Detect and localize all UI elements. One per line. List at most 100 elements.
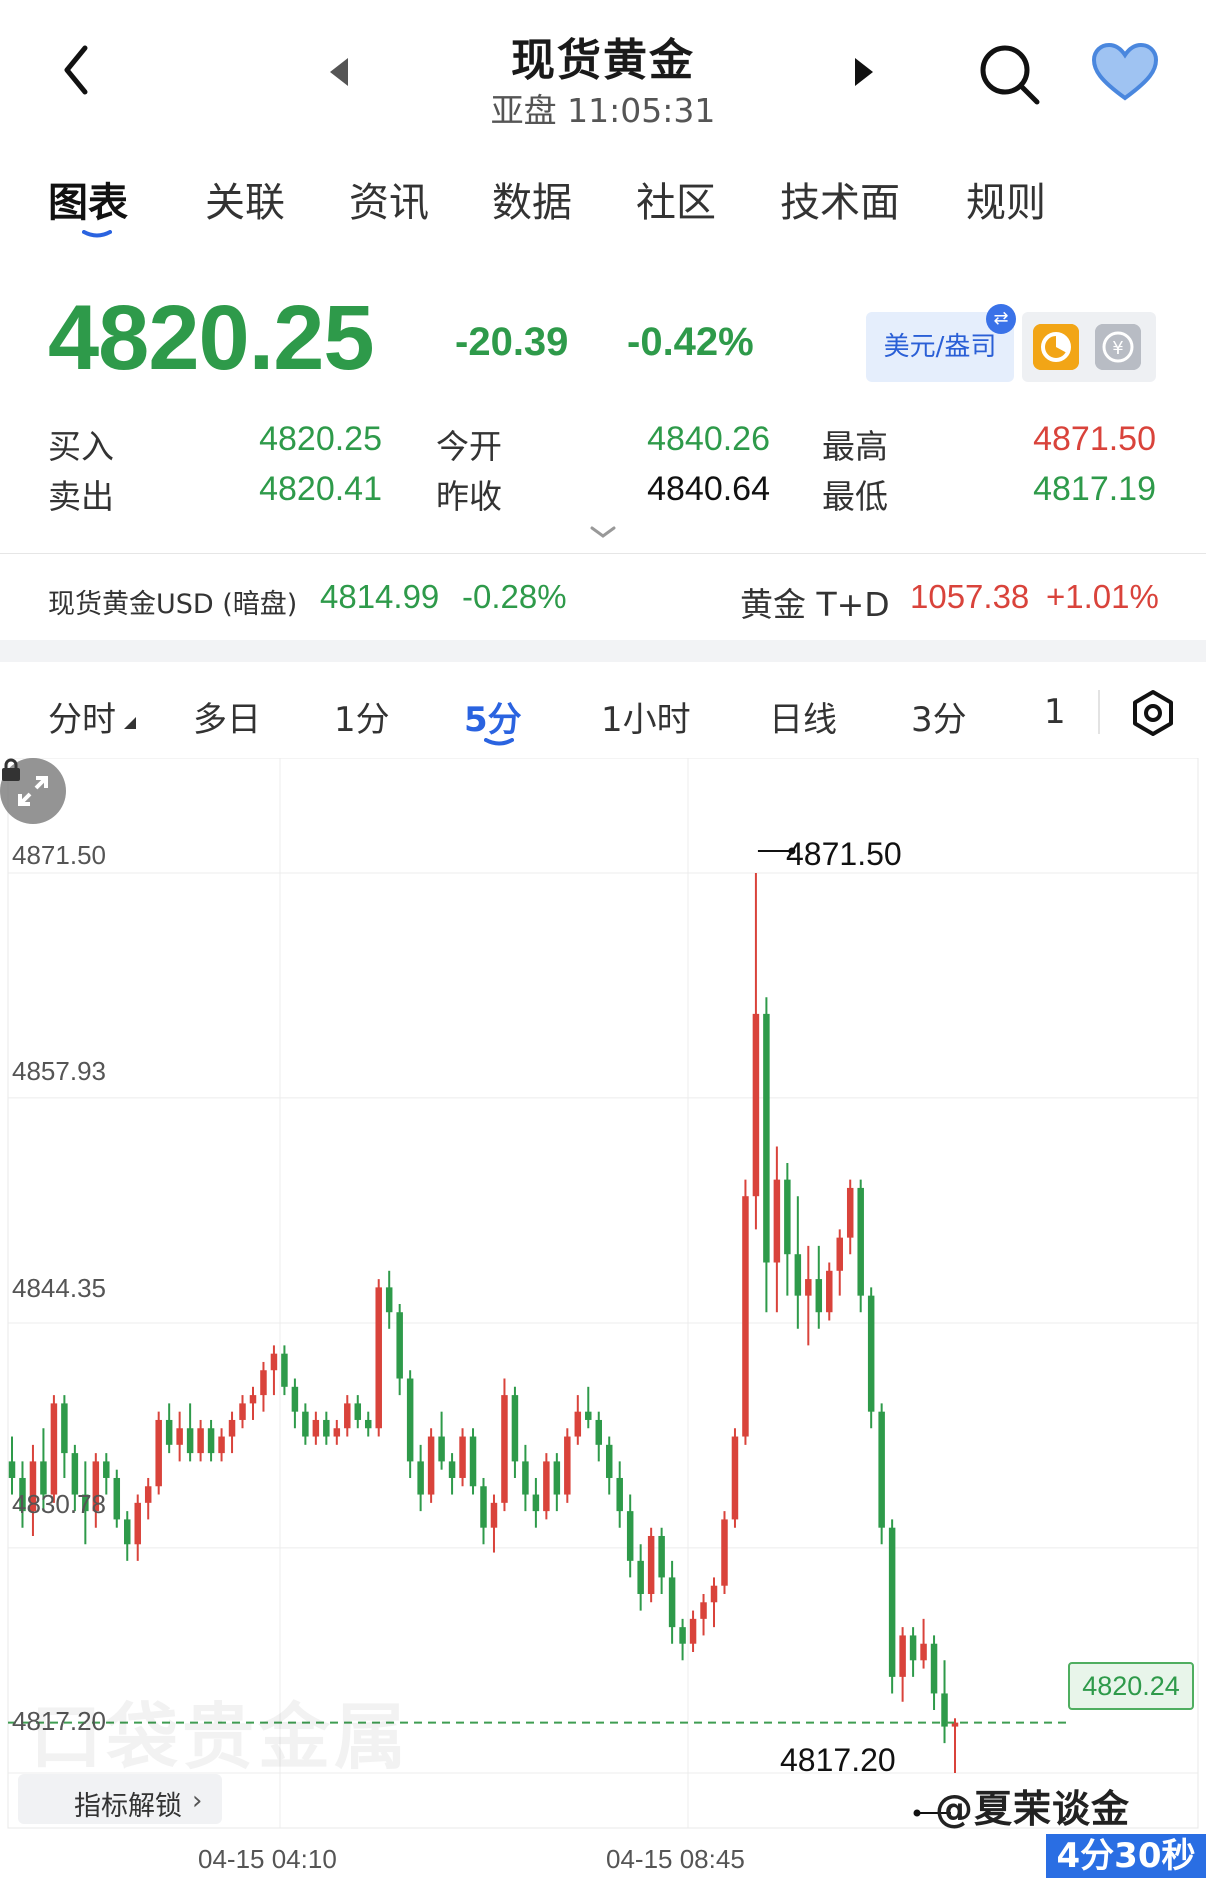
candle-body: [836, 1237, 843, 1271]
candle-body: [480, 1486, 487, 1528]
candle-body: [155, 1419, 162, 1487]
candle-body: [773, 1179, 781, 1263]
candle-body: [784, 1179, 791, 1255]
tab-data[interactable]: 数据: [492, 170, 572, 228]
candle-body: [375, 1287, 382, 1429]
y-tick-label: 4857.93: [12, 1056, 106, 1086]
related-tickers[interactable]: 现货黄金USD (暗盘) 4814.99 -0.28% 黄金 T+D 1057.…: [0, 560, 1206, 640]
candle-body: [459, 1436, 466, 1478]
candle-body: [50, 1403, 58, 1495]
chevron-right-icon: ›: [192, 1786, 203, 1816]
candle-body: [679, 1627, 686, 1644]
candle-body: [438, 1436, 445, 1462]
ask-label: 卖出: [48, 477, 114, 516]
candle-body: [501, 1395, 508, 1503]
x-tick-label: 04-15 04:10: [198, 1844, 337, 1874]
tab-rules[interactable]: 规则: [966, 170, 1046, 228]
period-more[interactable]: 1: [1044, 692, 1066, 732]
x-tick-label: 04-15 08:45: [606, 1844, 745, 1874]
candle-body: [564, 1436, 571, 1495]
candle-body: [752, 1013, 760, 1197]
gold-td-value: 1057.38: [910, 578, 1030, 615]
candle-body: [281, 1353, 288, 1387]
currency-converter-icon[interactable]: ¥: [1095, 324, 1141, 370]
period-3min[interactable]: 3分: [911, 692, 967, 741]
plot-frame: [7, 758, 1199, 1829]
tab-related[interactable]: 关联: [205, 170, 285, 228]
candle-body: [522, 1461, 529, 1495]
candle-body: [637, 1560, 644, 1594]
prev-close-label: 昨收: [436, 477, 502, 516]
chart-settings-icon[interactable]: [1128, 688, 1178, 738]
y-tick-label: 4830.78: [12, 1489, 106, 1519]
prev-close-value: 4840.64: [647, 470, 770, 508]
candle-body: [763, 1013, 770, 1263]
gold-td-label: 黄金 T+D: [740, 585, 890, 624]
candle-body: [511, 1395, 519, 1462]
candle-body: [794, 1254, 802, 1296]
tab-technical[interactable]: 技术面: [780, 170, 900, 228]
active-period-indicator: [484, 738, 514, 746]
current-price-tag: 4820.24: [1068, 1662, 1194, 1710]
low-annotation: 4817.20: [780, 1742, 896, 1778]
active-tab-indicator: [82, 230, 112, 238]
tab-community[interactable]: 社区: [636, 170, 716, 228]
candle-body: [930, 1643, 938, 1694]
candle-body: [186, 1428, 194, 1454]
candle-body: [532, 1494, 540, 1512]
candle-body: [920, 1643, 927, 1661]
period-multiday[interactable]: 多日: [193, 692, 261, 741]
candle-body: [207, 1428, 215, 1454]
candle-body: [689, 1618, 697, 1644]
favorite-heart-icon[interactable]: [1090, 42, 1160, 104]
price-alert-icon[interactable]: [1033, 324, 1079, 370]
kline-chart[interactable]: 4871.50 4857.93 4844.35 4830.78 4817.20 …: [0, 758, 1206, 1878]
period-timeshare[interactable]: 分时: [48, 692, 116, 741]
candle-body: [543, 1461, 550, 1512]
candle-body: [553, 1461, 561, 1495]
candle-body: [270, 1353, 278, 1371]
candle-body: [605, 1444, 613, 1478]
candle-body: [333, 1428, 341, 1437]
period-1hour[interactable]: 1小时: [601, 692, 691, 741]
candle-body: [867, 1295, 875, 1412]
candle-body: [490, 1502, 498, 1528]
high-annotation: 4871.50: [786, 836, 902, 872]
tab-separator: [1098, 690, 1100, 734]
period-5min[interactable]: 5分: [464, 692, 522, 741]
tab-news[interactable]: 资讯: [349, 170, 429, 228]
bid-value: 4820.25: [259, 420, 382, 458]
candle-body: [658, 1535, 665, 1578]
candle-body: [124, 1519, 131, 1545]
candle-body: [846, 1187, 854, 1238]
next-instrument-icon[interactable]: [855, 58, 873, 86]
open-label: 今开: [436, 427, 502, 466]
candle-body: [805, 1279, 812, 1296]
candle-body: [815, 1279, 823, 1313]
candle-body: [574, 1411, 582, 1437]
candle-body: [585, 1411, 592, 1420]
candle-body: [354, 1403, 362, 1420]
candle-body: [417, 1461, 424, 1495]
candle-body: [710, 1585, 718, 1603]
section-divider: [0, 553, 1206, 554]
bid-label: 买入: [48, 427, 114, 466]
candle-body: [616, 1477, 623, 1512]
period-daily[interactable]: 日线: [769, 692, 837, 741]
candle-body: [700, 1602, 707, 1619]
candle-body: [826, 1270, 833, 1313]
expand-chevron-icon[interactable]: [588, 522, 618, 542]
tab-chart[interactable]: 图表: [48, 170, 128, 228]
candle-body: [721, 1519, 728, 1586]
lock-icon: [2, 758, 20, 781]
candle-body: [8, 1461, 16, 1478]
candle-body: [469, 1436, 477, 1487]
period-1min[interactable]: 1分: [334, 692, 390, 741]
candle-body: [888, 1527, 896, 1677]
price-change: -20.39: [455, 320, 569, 364]
svg-text:¥: ¥: [1112, 338, 1123, 359]
section-spacer: [0, 640, 1206, 662]
candle-body: [668, 1577, 676, 1628]
candle-body: [406, 1378, 414, 1462]
search-icon[interactable]: [975, 40, 1045, 110]
